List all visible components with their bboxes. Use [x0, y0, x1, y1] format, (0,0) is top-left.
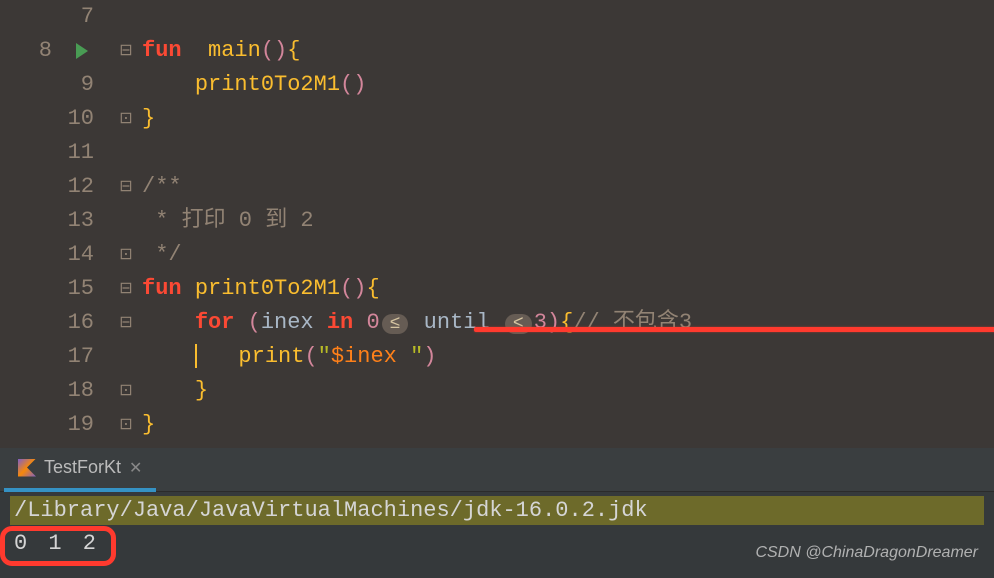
fold-minus-icon[interactable]: ⊟: [118, 280, 134, 296]
line-number: 18: [66, 374, 94, 408]
fold-minus-icon[interactable]: ⊟: [118, 42, 134, 58]
editor-area: 7 8 9 10 11 12 13 14 15 16 17 18 19 ⊟ ⊡ …: [0, 0, 994, 448]
line-number: 19: [66, 408, 94, 442]
code-line[interactable]: * 打印 0 到 2: [142, 204, 994, 238]
line-number: 8: [24, 34, 52, 68]
fold-minus-icon[interactable]: ⊟: [118, 178, 134, 194]
fold-column: ⊟ ⊡ ⊟ ⊡ ⊟ ⊟ ⊡ ⊡: [110, 0, 140, 448]
line-number: 17: [66, 340, 94, 374]
code-line[interactable]: */: [142, 238, 994, 272]
fold-end-icon[interactable]: ⊡: [118, 246, 134, 262]
code-line[interactable]: [142, 0, 994, 34]
line-number: 9: [66, 68, 94, 102]
code-line[interactable]: fun main(){: [142, 34, 994, 68]
line-number: 11: [66, 136, 94, 170]
code-line[interactable]: }: [142, 408, 994, 442]
line-number: 14: [66, 238, 94, 272]
code-line[interactable]: print0To2M1(): [142, 68, 994, 102]
run-tab[interactable]: TestForKt ✕: [4, 448, 156, 492]
fold-end-icon[interactable]: ⊡: [118, 416, 134, 432]
code-line[interactable]: [142, 136, 994, 170]
annotation-underline: [474, 327, 994, 332]
run-icon[interactable]: [76, 43, 88, 59]
caret-icon: [195, 344, 197, 368]
code-line[interactable]: for (inex in 0≤ until <3){// 不包含3: [142, 306, 994, 340]
line-number: 13: [66, 204, 94, 238]
watermark: CSDN @ChinaDragonDreamer: [755, 544, 978, 562]
gutter: 7 8 9 10 11 12 13 14 15 16 17 18 19: [0, 0, 110, 448]
line-number: 16: [66, 306, 94, 340]
fold-end-icon[interactable]: ⊡: [118, 382, 134, 398]
line-number: 7: [66, 0, 94, 34]
code-line[interactable]: /**: [142, 170, 994, 204]
code-line[interactable]: fun print0To2M1(){: [142, 272, 994, 306]
tab-label: TestForKt: [44, 457, 121, 478]
line-number: 10: [66, 102, 94, 136]
close-icon[interactable]: ✕: [129, 458, 142, 478]
inlay-hint: ≤: [382, 314, 409, 334]
command-line: /Library/Java/JavaVirtualMachines/jdk-16…: [10, 496, 984, 525]
code-line[interactable]: }: [142, 374, 994, 408]
fold-end-icon[interactable]: ⊡: [118, 110, 134, 126]
line-number: 12: [66, 170, 94, 204]
tab-bar: TestForKt ✕: [0, 448, 994, 492]
fold-minus-icon[interactable]: ⊟: [118, 314, 134, 330]
code-line[interactable]: }: [142, 102, 994, 136]
kotlin-icon: [18, 459, 36, 477]
code-line[interactable]: print("$inex "): [142, 340, 994, 374]
line-number: 15: [66, 272, 94, 306]
code-area[interactable]: fun main(){ print0To2M1() } /** * 打印 0 到…: [140, 0, 994, 448]
